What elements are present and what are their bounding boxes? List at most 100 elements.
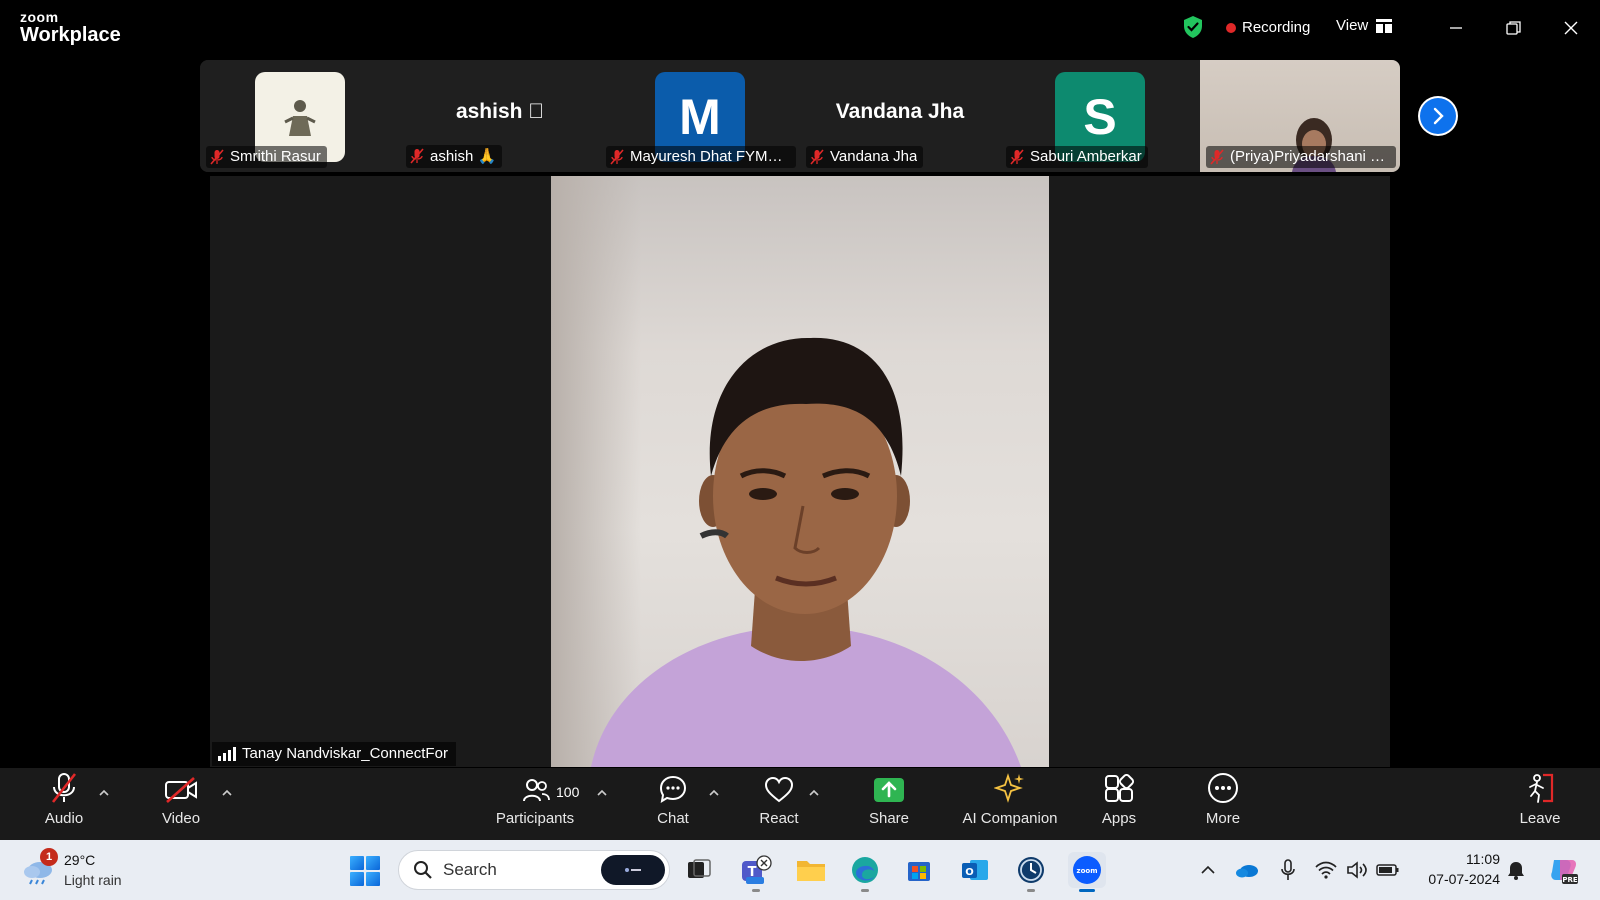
view-button[interactable]: View — [1336, 17, 1393, 34]
taskbar-task-view[interactable] — [680, 852, 718, 888]
recording-indicator[interactable]: Recording — [1226, 19, 1310, 36]
more-label: More — [1205, 810, 1241, 827]
recording-dot-icon — [1226, 22, 1236, 33]
participant-name: Saburi Amberkar — [1030, 148, 1142, 165]
mic-muted-icon — [1010, 148, 1024, 165]
participant-tile[interactable]: ashish ⃞ ashish 🙏 — [400, 60, 600, 172]
minimize-button[interactable] — [1442, 14, 1470, 42]
profile-picture-icon — [284, 100, 316, 136]
onedrive-tray[interactable] — [1235, 858, 1259, 882]
more-dots-icon — [1208, 773, 1238, 803]
copilot-tray[interactable]: PRE — [1547, 856, 1579, 884]
participants-count: 100 — [556, 784, 580, 800]
outlook-icon: O — [962, 860, 988, 880]
participant-name: ashish 🙏 — [430, 148, 497, 165]
next-page-button[interactable] — [1418, 96, 1458, 136]
speaker-volume-icon — [1347, 861, 1367, 879]
participant-tile[interactable]: (Priya)Priyadarshani K... — [1200, 60, 1400, 172]
video-off-icon — [165, 777, 197, 803]
search-placeholder: Search — [443, 860, 497, 879]
copilot-icon: PRE — [1551, 860, 1578, 884]
audio-options-caret-icon[interactable] — [97, 786, 111, 800]
svg-text:zoom: zoom — [1077, 867, 1098, 875]
taskbar-teams[interactable]: T — [737, 852, 775, 892]
react-button[interactable]: React — [754, 768, 804, 840]
close-button[interactable] — [1557, 14, 1585, 42]
recording-label: Recording — [1242, 19, 1311, 36]
participant-name: (Priya)Priyadarshani K... — [1230, 148, 1390, 165]
store-icon — [908, 862, 930, 881]
video-options-caret-icon[interactable] — [220, 786, 234, 800]
participant-label: Mayuresh Dhat FYMC... — [606, 146, 796, 168]
mic-muted-icon — [410, 148, 424, 164]
taskbar-store[interactable] — [900, 852, 938, 888]
logo-bottom: Workplace — [20, 24, 121, 46]
temperature: 29°C — [64, 852, 96, 868]
more-button[interactable]: More — [1198, 768, 1248, 840]
running-indicator — [1027, 889, 1035, 892]
mic-muted-icon — [51, 773, 77, 803]
taskbar-file-explorer[interactable] — [792, 852, 830, 888]
participant-tile[interactable]: Smrithi Rasur — [200, 60, 400, 172]
taskbar-zoom[interactable]: zoom — [1068, 852, 1106, 892]
participants-options-caret-icon[interactable] — [595, 786, 609, 800]
clock-app-icon — [1018, 857, 1044, 883]
ai-sparkle-icon — [994, 773, 1024, 803]
chat-options-caret-icon[interactable] — [707, 786, 721, 800]
participant-label: ashish 🙏 — [406, 145, 503, 168]
show-hidden-icons-button[interactable] — [1196, 858, 1220, 882]
onedrive-cloud-icon — [1236, 865, 1258, 878]
app-logo: zoom Workplace — [20, 10, 121, 45]
battery-tray[interactable] — [1376, 858, 1400, 882]
participant-tile[interactable]: M Mayuresh Dhat FYMC... — [600, 60, 800, 172]
notifications-tray[interactable] — [1504, 858, 1528, 882]
react-label: React — [759, 810, 799, 827]
participant-display-name: Vandana Jha — [835, 100, 965, 123]
meeting-toolbar: Audio Video Participants 100 Chat React … — [0, 768, 1600, 840]
volume-tray[interactable] — [1345, 858, 1369, 882]
microphone-tray[interactable] — [1276, 858, 1300, 882]
windows-logo-tile — [350, 856, 364, 870]
participant-tile[interactable]: S Saburi Amberkar — [1000, 60, 1200, 172]
mic-muted-icon — [610, 148, 624, 165]
video-label: Video — [161, 810, 201, 827]
chat-button[interactable]: Chat — [648, 768, 698, 840]
audio-label: Audio — [44, 810, 84, 827]
video-button[interactable]: Video — [152, 768, 210, 840]
mic-muted-icon — [1210, 148, 1224, 165]
taskbar-outlook[interactable]: O — [956, 852, 994, 888]
taskbar-edge[interactable] — [846, 852, 884, 892]
start-button[interactable] — [350, 856, 380, 886]
participant-label: Vandana Jha — [806, 146, 924, 168]
svg-text:O: O — [965, 867, 974, 878]
react-options-caret-icon[interactable] — [807, 786, 821, 800]
taskbar-clock-app[interactable] — [1012, 852, 1050, 892]
restore-icon — [1506, 21, 1521, 35]
restore-button[interactable] — [1500, 14, 1528, 42]
task-view-icon — [688, 859, 711, 878]
heart-icon — [764, 776, 794, 803]
leave-button[interactable]: Leave — [1515, 768, 1565, 840]
taskbar-clock[interactable]: 11:09 07-07-2024 — [1410, 849, 1500, 889]
participant-name: Mayuresh Dhat FYMC... — [630, 148, 790, 165]
apps-button[interactable]: Apps — [1094, 768, 1144, 840]
audio-button[interactable]: Audio — [36, 768, 92, 840]
minimize-icon — [1450, 27, 1462, 29]
active-speaker-video[interactable] — [551, 176, 1049, 767]
leave-label: Leave — [1519, 810, 1561, 827]
participant-tile[interactable]: Vandana Jha Vandana Jha — [800, 60, 1000, 172]
participants-label: Participants — [495, 810, 575, 827]
taskbar-search[interactable]: Search — [398, 850, 670, 890]
notification-badge: 1 — [40, 848, 58, 866]
signal-strength-icon — [218, 746, 236, 761]
weather-widget[interactable]: 1 29°C Light rain — [22, 848, 142, 892]
wifi-tray[interactable] — [1314, 858, 1338, 882]
participant-display-name: ashish ⃞ — [455, 100, 545, 123]
title-bar: zoom Workplace Recording View — [0, 0, 1600, 56]
grid-view-icon — [1376, 18, 1393, 33]
ai-companion-button[interactable]: AI Companion — [958, 768, 1062, 840]
share-button[interactable]: Share — [864, 768, 914, 840]
speaker-name-label: Tanay Nandviskar_ConnectFor — [212, 742, 456, 766]
security-shield-icon[interactable] — [1182, 15, 1204, 39]
participants-button[interactable]: Participants — [490, 768, 580, 840]
